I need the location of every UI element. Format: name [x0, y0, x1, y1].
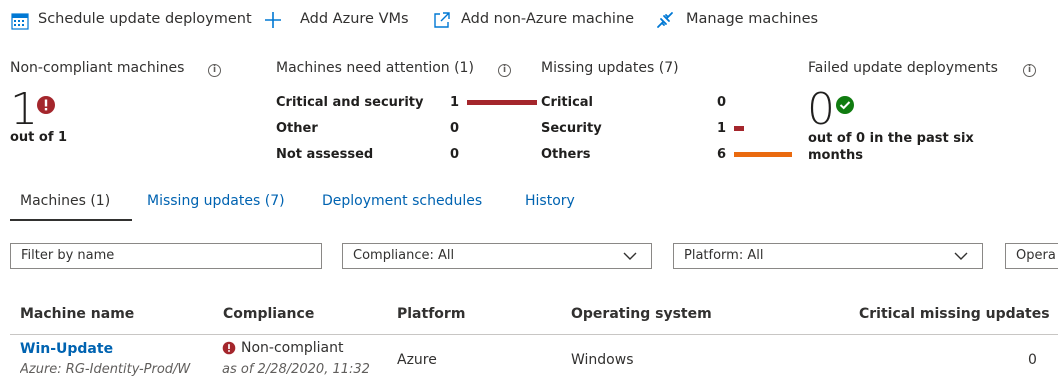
tab-active-underline: [10, 219, 132, 221]
missing-others-bar: [734, 152, 792, 157]
attention-title: Machines need attention (1): [276, 60, 474, 76]
chevron-down-icon: [623, 252, 637, 260]
os-dropdown[interactable]: Opera: [1005, 243, 1058, 269]
noncompliant-count: 1: [10, 84, 38, 135]
tab-machines[interactable]: Machines (1): [20, 193, 110, 209]
chevron-down-icon: [954, 252, 968, 260]
missing-row-value: 1: [717, 121, 727, 136]
column-header-platform[interactable]: Platform: [397, 306, 465, 322]
noncompliant-title: Non-compliant machines: [10, 60, 185, 76]
tab-deployment-schedules[interactable]: Deployment schedules: [322, 193, 482, 209]
platform-dropdown[interactable]: Platform: All: [673, 243, 983, 269]
plus-icon: [265, 12, 281, 28]
calendar-icon: [11, 13, 29, 30]
attention-row-value: 1: [450, 95, 460, 110]
external-link-icon: [434, 12, 450, 28]
missing-row-label: Security: [541, 121, 602, 136]
error-icon: [222, 341, 236, 355]
info-icon: i: [498, 64, 511, 77]
missing-security-bar: [734, 126, 744, 131]
os-cell: Windows: [571, 352, 634, 368]
attention-row-value: 0: [450, 147, 460, 162]
noncompliant-subtext: out of 1: [10, 130, 68, 145]
attention-row-label: Other: [276, 121, 318, 136]
error-icon: [37, 96, 55, 114]
column-header-machine-name[interactable]: Machine name: [20, 306, 134, 322]
info-icon: i: [1023, 64, 1036, 77]
missing-row-label: Critical: [541, 95, 594, 110]
info-icon: i: [208, 64, 221, 77]
platform-cell: Azure: [397, 352, 437, 368]
compliance-status: Non-compliant: [241, 340, 344, 356]
add-non-azure-machine-label: Add non-Azure machine: [461, 11, 635, 27]
missing-row-value: 6: [717, 147, 727, 162]
compliance-dropdown-label: Compliance: All: [353, 248, 455, 263]
machine-resource-path: Azure: RG-Identity-Prod/W: [20, 362, 191, 377]
attention-bar: [467, 100, 537, 105]
plug-icon: [657, 12, 673, 28]
filter-name-input[interactable]: Filter by name: [10, 243, 322, 269]
failed-deployments-count: 0: [807, 84, 835, 135]
add-azure-vms-label: Add Azure VMs: [300, 11, 409, 27]
critical-missing-count: 0: [1028, 352, 1037, 368]
tab-missing-updates[interactable]: Missing updates (7): [147, 193, 285, 209]
compliance-dropdown[interactable]: Compliance: All: [342, 243, 652, 269]
missing-updates-title: Missing updates (7): [541, 60, 679, 76]
platform-dropdown-label: Platform: All: [684, 248, 764, 263]
missing-row-value: 0: [717, 95, 727, 110]
compliance-timestamp: as of 2/28/2020, 11:32: [222, 362, 370, 377]
attention-row-label: Critical and security: [276, 95, 424, 110]
column-header-critical-missing-updates[interactable]: Critical missing updates: [859, 306, 1050, 322]
column-header-compliance[interactable]: Compliance: [223, 306, 314, 322]
column-header-operating-system[interactable]: Operating system: [571, 306, 712, 322]
success-check-icon: [836, 96, 854, 114]
attention-row-value: 0: [450, 121, 460, 136]
failed-deployments-subtext: months: [808, 148, 863, 163]
filter-name-placeholder: Filter by name: [21, 248, 115, 263]
schedule-update-deployment-label: Schedule update deployment: [38, 11, 252, 27]
table-header-divider: [10, 334, 1058, 335]
os-dropdown-label: Opera: [1016, 248, 1056, 263]
failed-deployments-title: Failed update deployments: [808, 60, 998, 76]
manage-machines-label: Manage machines: [686, 11, 819, 27]
tab-history[interactable]: History: [525, 193, 575, 209]
missing-row-label: Others: [541, 147, 591, 162]
machine-name-link[interactable]: Win-Update: [20, 341, 113, 357]
attention-row-label: Not assessed: [276, 147, 374, 162]
failed-deployments-subtext: out of 0 in the past six: [808, 131, 974, 146]
